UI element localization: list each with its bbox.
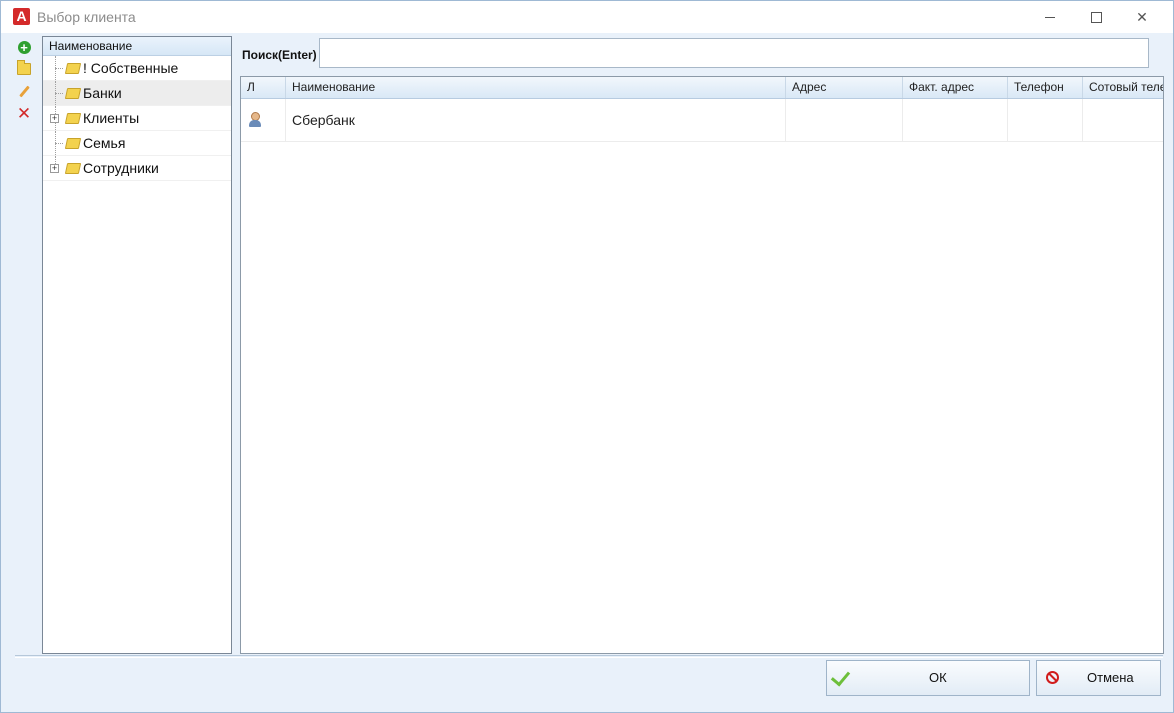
tree-item-family[interactable]: Семья: [43, 131, 231, 156]
cancel-icon: [1046, 671, 1059, 684]
folder-icon: [64, 138, 82, 149]
window-title: Выбор клиента: [37, 9, 136, 25]
minimize-button[interactable]: [1027, 1, 1073, 33]
expand-icon[interactable]: +: [50, 114, 59, 123]
ok-label: ОК: [929, 670, 947, 685]
cancel-button[interactable]: Отмена: [1036, 660, 1161, 696]
open-folder-button[interactable]: [14, 59, 34, 79]
minimize-icon: [1045, 16, 1055, 18]
search-label: Поиск(Enter): [242, 48, 317, 62]
tree-item-label: ! Собственные: [83, 60, 179, 76]
tree-item-label: Банки: [83, 85, 122, 101]
delete-icon: ✕: [16, 103, 32, 123]
tree-toolbar: + ✕: [14, 37, 40, 125]
folder-icon: [64, 163, 82, 174]
add-group-button[interactable]: +: [14, 37, 34, 57]
tree-line: [55, 68, 63, 69]
expand-icon[interactable]: +: [50, 164, 59, 173]
dialog-body: + ✕ Наименование ! Собственные Банки + К…: [1, 33, 1173, 712]
column-header-l[interactable]: Л: [241, 77, 286, 98]
tree-item-banks[interactable]: Банки: [43, 81, 231, 106]
maximize-icon: [1090, 11, 1102, 23]
tree-line: [55, 93, 63, 94]
tree-item-own[interactable]: ! Собственные: [43, 56, 231, 81]
add-icon: +: [17, 40, 31, 54]
divider: [15, 657, 1163, 658]
app-logo-icon: A: [13, 8, 30, 25]
cell-mobile: [1083, 99, 1163, 141]
folder-icon: [64, 88, 82, 99]
grid-header: Л Наименование Адрес Факт. адрес Телефон…: [241, 77, 1163, 99]
maximize-button[interactable]: [1073, 1, 1119, 33]
column-header-mobile[interactable]: Сотовый теле: [1083, 77, 1163, 98]
ok-button[interactable]: ОК: [826, 660, 1030, 696]
tree-item-label: Клиенты: [83, 110, 140, 126]
close-button[interactable]: ✕: [1119, 1, 1165, 33]
cell-address: [786, 99, 903, 141]
title-bar[interactable]: A Выбор клиента ✕: [1, 1, 1173, 33]
delete-group-button[interactable]: ✕: [14, 103, 34, 123]
close-icon: ✕: [1136, 8, 1148, 25]
tree-item-clients[interactable]: + Клиенты: [43, 106, 231, 131]
cell-name: Сбербанк: [286, 99, 786, 141]
column-header-address[interactable]: Адрес: [786, 77, 903, 98]
cancel-label: Отмена: [1087, 670, 1134, 685]
cell-phone: [1008, 99, 1083, 141]
clients-grid[interactable]: Л Наименование Адрес Факт. адрес Телефон…: [240, 76, 1164, 654]
check-icon: [830, 666, 851, 687]
folder-icon: [17, 60, 31, 75]
column-header-name[interactable]: Наименование: [286, 77, 786, 98]
tree-line: [55, 143, 63, 144]
tree-item-label: Сотрудники: [83, 160, 159, 176]
tree-item-employees[interactable]: + Сотрудники: [43, 156, 231, 181]
dialog-window: A Выбор клиента ✕ + ✕ Наименование ! Соб…: [0, 0, 1174, 713]
column-header-fact-address[interactable]: Факт. адрес: [903, 77, 1008, 98]
search-input[interactable]: [319, 38, 1149, 68]
person-icon: [249, 112, 261, 128]
folder-icon: [64, 63, 82, 74]
edit-group-button[interactable]: [14, 81, 34, 101]
column-header-phone[interactable]: Телефон: [1008, 77, 1083, 98]
folder-icon: [64, 113, 82, 124]
cell-type: [241, 99, 286, 141]
group-tree[interactable]: Наименование ! Собственные Банки + Клиен…: [42, 36, 232, 654]
cell-fact-address: [903, 99, 1008, 141]
divider: [15, 655, 1163, 656]
tree-column-header[interactable]: Наименование: [43, 37, 231, 56]
table-row[interactable]: Сбербанк: [241, 99, 1163, 142]
tree-item-label: Семья: [83, 135, 126, 151]
edit-icon: [18, 85, 30, 97]
